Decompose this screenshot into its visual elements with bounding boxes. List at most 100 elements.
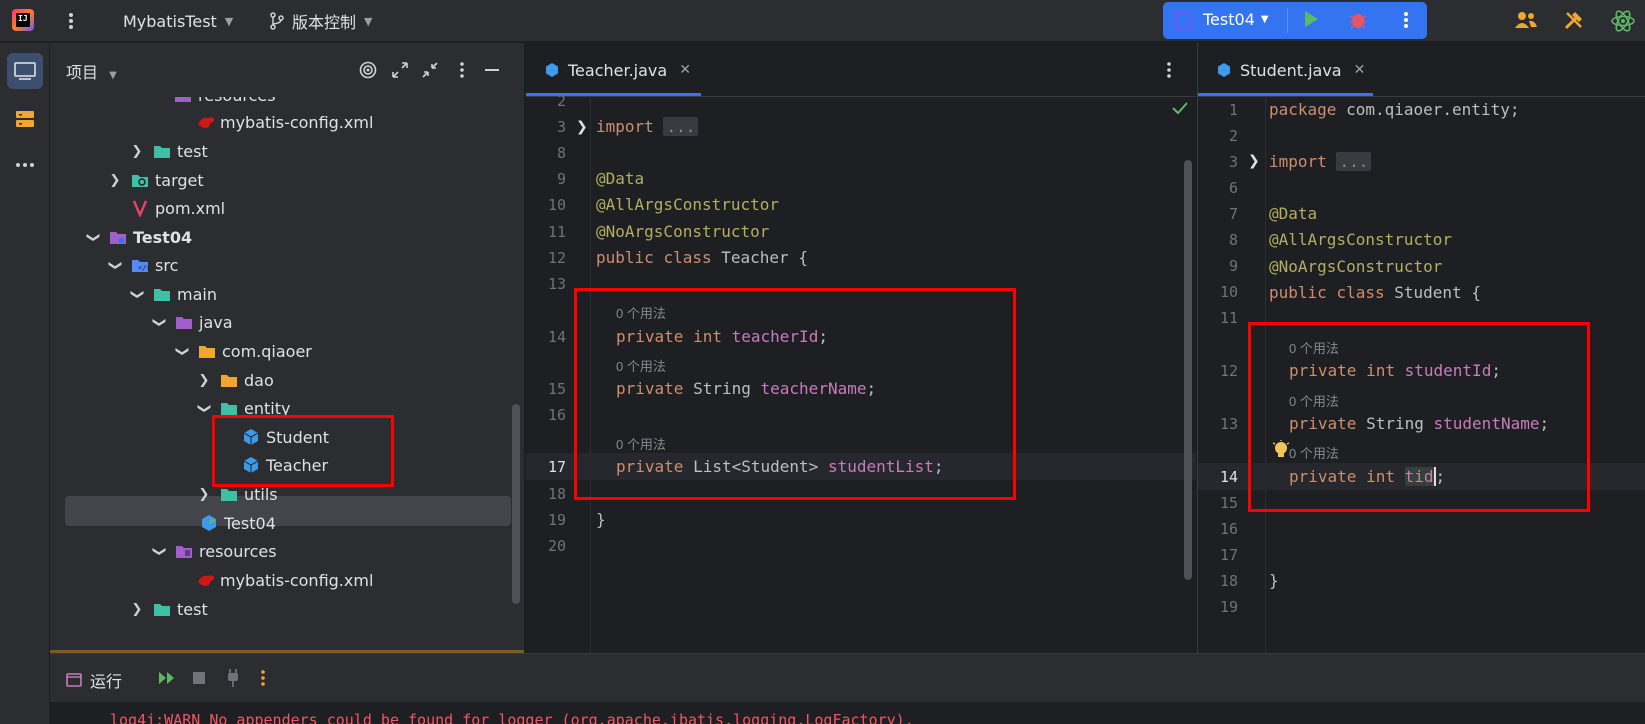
chevron-down-icon[interactable]: ❯	[152, 314, 167, 330]
tree-item-mybatis-config[interactable]: mybatis-config.xml	[196, 107, 373, 137]
tree-item-src[interactable]: ❯ </> src	[107, 250, 179, 280]
inspection-ok-icon[interactable]	[1172, 101, 1188, 119]
usage-hint[interactable]: 0 个用法	[1289, 338, 1339, 357]
tree-item-java[interactable]: ❯ java	[151, 307, 233, 337]
tab-label: Student.java	[1240, 60, 1342, 80]
chevron-down-icon[interactable]: ❯	[175, 343, 190, 359]
tree-item-com-qiaoer[interactable]: ❯ com.qiaoer	[174, 336, 312, 366]
vcs-selector[interactable]: 版本控制 ▼	[270, 0, 372, 42]
usage-hint[interactable]: 0 个用法	[1289, 391, 1339, 410]
tree-item-utils[interactable]: ❯ utils	[196, 479, 278, 509]
chevron-right-icon[interactable]: ❯	[107, 173, 123, 188]
editor-scrollbar[interactable]	[1184, 160, 1192, 580]
line-number: 12	[547, 249, 566, 267]
folder-icon	[153, 285, 171, 303]
code-line-tid: private int tid;	[1289, 467, 1445, 486]
usage-hint[interactable]: 0 个用法	[616, 303, 666, 322]
tree-item-pom[interactable]: pom.xml	[131, 193, 225, 223]
main-menu-button[interactable]	[68, 0, 74, 42]
line-number: 16	[547, 406, 566, 424]
tree-item-main[interactable]: ❯ main	[129, 279, 217, 309]
monitor-icon	[14, 62, 36, 80]
line-number: 20	[547, 537, 566, 555]
more-tools-button[interactable]	[7, 147, 43, 183]
tree-item-entity[interactable]: ❯ entity	[196, 393, 291, 423]
code-with-me-button[interactable]	[1514, 10, 1538, 34]
java-class-icon	[242, 428, 260, 446]
class-name: Student	[1394, 283, 1462, 302]
code-line-student-id: private int studentId;	[1289, 361, 1501, 380]
run-config-selector[interactable]: Test04 ▼	[1203, 10, 1269, 29]
resources-folder-icon	[174, 97, 192, 104]
chevron-right-icon[interactable]: ❯	[129, 602, 145, 617]
chevron-down-icon[interactable]: ❯	[108, 257, 123, 273]
tree-item-mybatis-config-2[interactable]: mybatis-config.xml	[196, 565, 373, 595]
usage-hint[interactable]: 0 个用法	[1289, 443, 1339, 462]
chevron-down-icon[interactable]: ❯	[86, 229, 101, 245]
console-output[interactable]: log4j:WARN No appenders could be found f…	[50, 702, 1645, 724]
stop-button[interactable]	[192, 671, 206, 689]
close-icon[interactable]: ✕	[1354, 62, 1366, 78]
gutter-divider	[590, 97, 591, 653]
run-panel-title: 运行	[90, 672, 123, 691]
expand-all-button[interactable]	[388, 58, 412, 82]
java-source-folder-icon	[175, 313, 193, 331]
editor-options-button[interactable]	[1166, 61, 1172, 83]
tab-teacher-java[interactable]: Teacher.java ✕	[544, 43, 691, 97]
tree-item-test[interactable]: ❯ test	[129, 136, 208, 166]
tab-student-java[interactable]: Student.java ✕	[1216, 43, 1365, 97]
keyword: private	[1289, 361, 1357, 380]
close-icon[interactable]: ✕	[679, 62, 691, 78]
tree-item-test-2[interactable]: ❯ test	[129, 594, 208, 624]
chevron-right-icon[interactable]: ❯	[129, 144, 145, 159]
editor-teacher[interactable]: Teacher.java ✕ 2 3 8 9 10 11 12 13 14 15…	[526, 43, 1196, 653]
more-vertical-icon	[69, 13, 73, 29]
more-vertical-icon	[261, 670, 265, 686]
usage-hint[interactable]: 0 个用法	[616, 434, 666, 453]
tree-item-resources[interactable]: ❯ resources	[151, 536, 277, 566]
usage-hint[interactable]: 0 个用法	[616, 356, 666, 375]
chevron-down-icon[interactable]: ❯	[152, 543, 167, 559]
chevron-right-icon[interactable]: ❯	[196, 373, 212, 388]
tree-item-teacher[interactable]: Teacher	[242, 450, 328, 480]
run-button[interactable]	[1303, 10, 1319, 32]
tree-item-test04-module[interactable]: ❯ Test04	[85, 222, 193, 252]
app-logo-icon[interactable]: IJ	[12, 9, 34, 31]
fold-expand-icon[interactable]: ❯	[576, 119, 588, 135]
collapse-all-button[interactable]	[418, 58, 442, 82]
rerun-button[interactable]	[158, 671, 176, 689]
tree-item-dao[interactable]: ❯ dao	[196, 365, 274, 395]
project-options-button[interactable]	[450, 58, 474, 82]
folded-imports[interactable]: ...	[1336, 152, 1372, 171]
project-tool-button[interactable]	[7, 53, 43, 89]
line-number: 15	[1219, 494, 1238, 512]
project-view-selector[interactable]: 项目 ▼	[66, 59, 117, 83]
fold-expand-icon[interactable]: ❯	[1248, 153, 1260, 169]
tree-item-student[interactable]: Student	[242, 422, 329, 452]
locate-file-button[interactable]	[356, 58, 380, 82]
lightbulb-icon[interactable]	[1272, 440, 1290, 464]
hide-panel-button[interactable]	[480, 58, 504, 82]
package-name: com.qiaoer.entity;	[1346, 100, 1520, 119]
settings-button[interactable]	[1563, 9, 1585, 35]
chevron-down-icon[interactable]: ❯	[197, 400, 212, 416]
database-tool-button[interactable]	[7, 101, 43, 137]
run-more-button[interactable]	[1403, 11, 1409, 33]
editor-student[interactable]: Student.java ✕ 1 2 3 6 7 8 9 10 11 12 13…	[1198, 43, 1645, 653]
debug-button[interactable]	[1349, 10, 1367, 34]
minimize-icon	[485, 69, 499, 71]
attach-button[interactable]	[226, 668, 240, 692]
chevron-down-icon[interactable]: ❯	[130, 286, 145, 302]
chevron-right-icon[interactable]: ❯	[196, 487, 212, 502]
project-selector[interactable]: MybatisTest ▼	[123, 0, 233, 42]
ai-assistant-button[interactable]	[1610, 8, 1636, 38]
tree-scrollbar[interactable]	[512, 404, 520, 604]
tree-item-target[interactable]: ❯ target	[107, 165, 204, 195]
tree-item-test04-class[interactable]: Test04	[200, 508, 276, 538]
folded-imports[interactable]: ...	[663, 117, 699, 136]
line-number: 13	[1219, 415, 1238, 433]
keyword: private	[616, 379, 684, 398]
more-vertical-icon	[460, 62, 464, 78]
run-more-options-button[interactable]	[260, 669, 266, 691]
code-line-teacher-name: private String teacherName;	[616, 379, 876, 398]
